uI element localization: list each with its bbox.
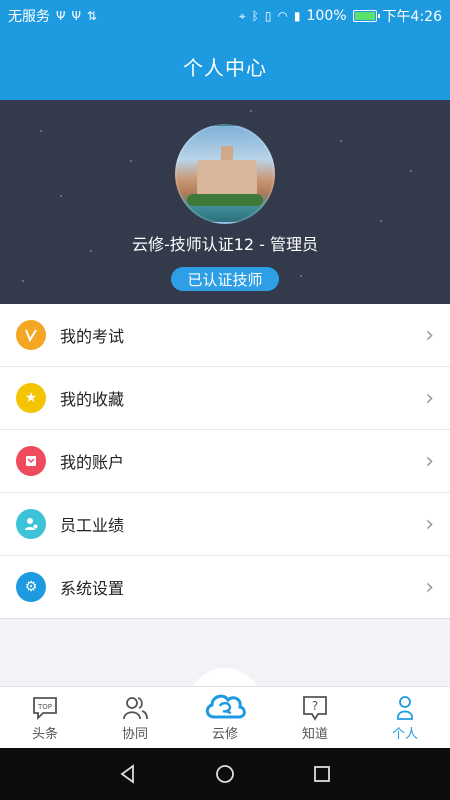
menu-item-label: 系统设置 bbox=[60, 579, 125, 598]
chevron-right-icon: › bbox=[425, 574, 434, 600]
tab-label: 协同 bbox=[121, 727, 148, 742]
battery-percent: 100% bbox=[306, 8, 347, 24]
tab-yunxiu[interactable]: 云修 bbox=[180, 687, 270, 748]
chevron-right-icon: › bbox=[425, 385, 434, 411]
tab-headlines[interactable]: TOP 头条 bbox=[0, 687, 90, 748]
sim-icon: ▮ bbox=[293, 9, 301, 23]
gear-icon: ⚙ bbox=[16, 572, 46, 602]
system-nav-bar bbox=[0, 748, 450, 800]
exam-icon bbox=[16, 320, 46, 350]
users-icon bbox=[123, 697, 148, 720]
menu-item-label: 我的考试 bbox=[60, 327, 125, 346]
avatar[interactable] bbox=[175, 124, 275, 224]
battery-icon bbox=[352, 10, 380, 22]
usb-icon: Ψ bbox=[56, 9, 66, 23]
star-icon: ★ bbox=[16, 383, 46, 413]
svg-text:TOP: TOP bbox=[37, 703, 52, 711]
tab-know[interactable]: ? 知道 bbox=[270, 687, 360, 748]
clock: 下午4:26 bbox=[382, 9, 442, 25]
carrier-label: 无服务 bbox=[8, 9, 50, 25]
status-bar: 无服务 Ψ Ψ ⇅ ⌖ ᛒ ▯ ◠ ▮ 100% 下午4:26 bbox=[0, 0, 450, 32]
location-icon: ⌖ bbox=[238, 9, 246, 23]
back-icon[interactable] bbox=[117, 763, 139, 785]
tab-label: 云修 bbox=[211, 727, 238, 742]
bluetooth-icon: ᛒ bbox=[251, 9, 259, 23]
user-icon bbox=[397, 696, 413, 720]
chevron-right-icon: › bbox=[425, 511, 434, 537]
menu-item-staff-performance[interactable]: 员工业绩 › bbox=[0, 493, 450, 556]
tab-collab[interactable]: 协同 bbox=[90, 687, 180, 748]
chevron-right-icon: › bbox=[425, 448, 434, 474]
menu-item-label: 员工业绩 bbox=[60, 516, 125, 535]
svg-text:?: ? bbox=[312, 699, 318, 713]
menu-item-account[interactable]: 我的账户 › bbox=[0, 430, 450, 493]
menu-item-settings[interactable]: ⚙ 系统设置 › bbox=[0, 556, 450, 619]
profile-header: 云修-技师认证12 - 管理员 已认证技师 bbox=[0, 100, 450, 304]
user-name: 云修-技师认证12 - 管理员 bbox=[131, 235, 319, 254]
usb-icon-2: Ψ bbox=[71, 9, 81, 23]
wallet-icon bbox=[16, 446, 46, 476]
cloud-icon bbox=[205, 694, 246, 719]
certified-badge: 已认证技师 bbox=[171, 267, 279, 291]
tab-me[interactable]: 个人 bbox=[360, 687, 450, 748]
menu-item-label: 我的账户 bbox=[60, 453, 125, 472]
wifi-icon: ◠ bbox=[277, 9, 288, 23]
menu-list: 我的考试 › ★ 我的收藏 › 我的账户 › 员工业绩 › ⚙ 系统设置 › bbox=[0, 304, 450, 619]
data-transfer-icon: ⇅ bbox=[86, 9, 97, 23]
recents-icon[interactable] bbox=[311, 763, 333, 785]
question-icon: ? bbox=[303, 696, 327, 721]
vibrate-icon: ▯ bbox=[264, 9, 272, 23]
tab-label: 知道 bbox=[301, 727, 328, 742]
chevron-right-icon: › bbox=[425, 322, 434, 348]
title-bar: 个人中心 bbox=[0, 32, 450, 100]
home-icon[interactable] bbox=[214, 763, 236, 785]
staff-icon bbox=[16, 509, 46, 539]
menu-item-favorites[interactable]: ★ 我的收藏 › bbox=[0, 367, 450, 430]
tab-label: 个人 bbox=[391, 727, 418, 742]
page-title: 个人中心 bbox=[183, 55, 267, 80]
menu-item-label: 我的收藏 bbox=[60, 390, 125, 409]
top-news-icon: TOP bbox=[33, 697, 57, 721]
tab-label: 头条 bbox=[31, 727, 58, 742]
menu-item-exam[interactable]: 我的考试 › bbox=[0, 304, 450, 367]
bottom-tab-bar: TOP 头条 协同 云修 ? 知道 个人 bbox=[0, 686, 450, 748]
